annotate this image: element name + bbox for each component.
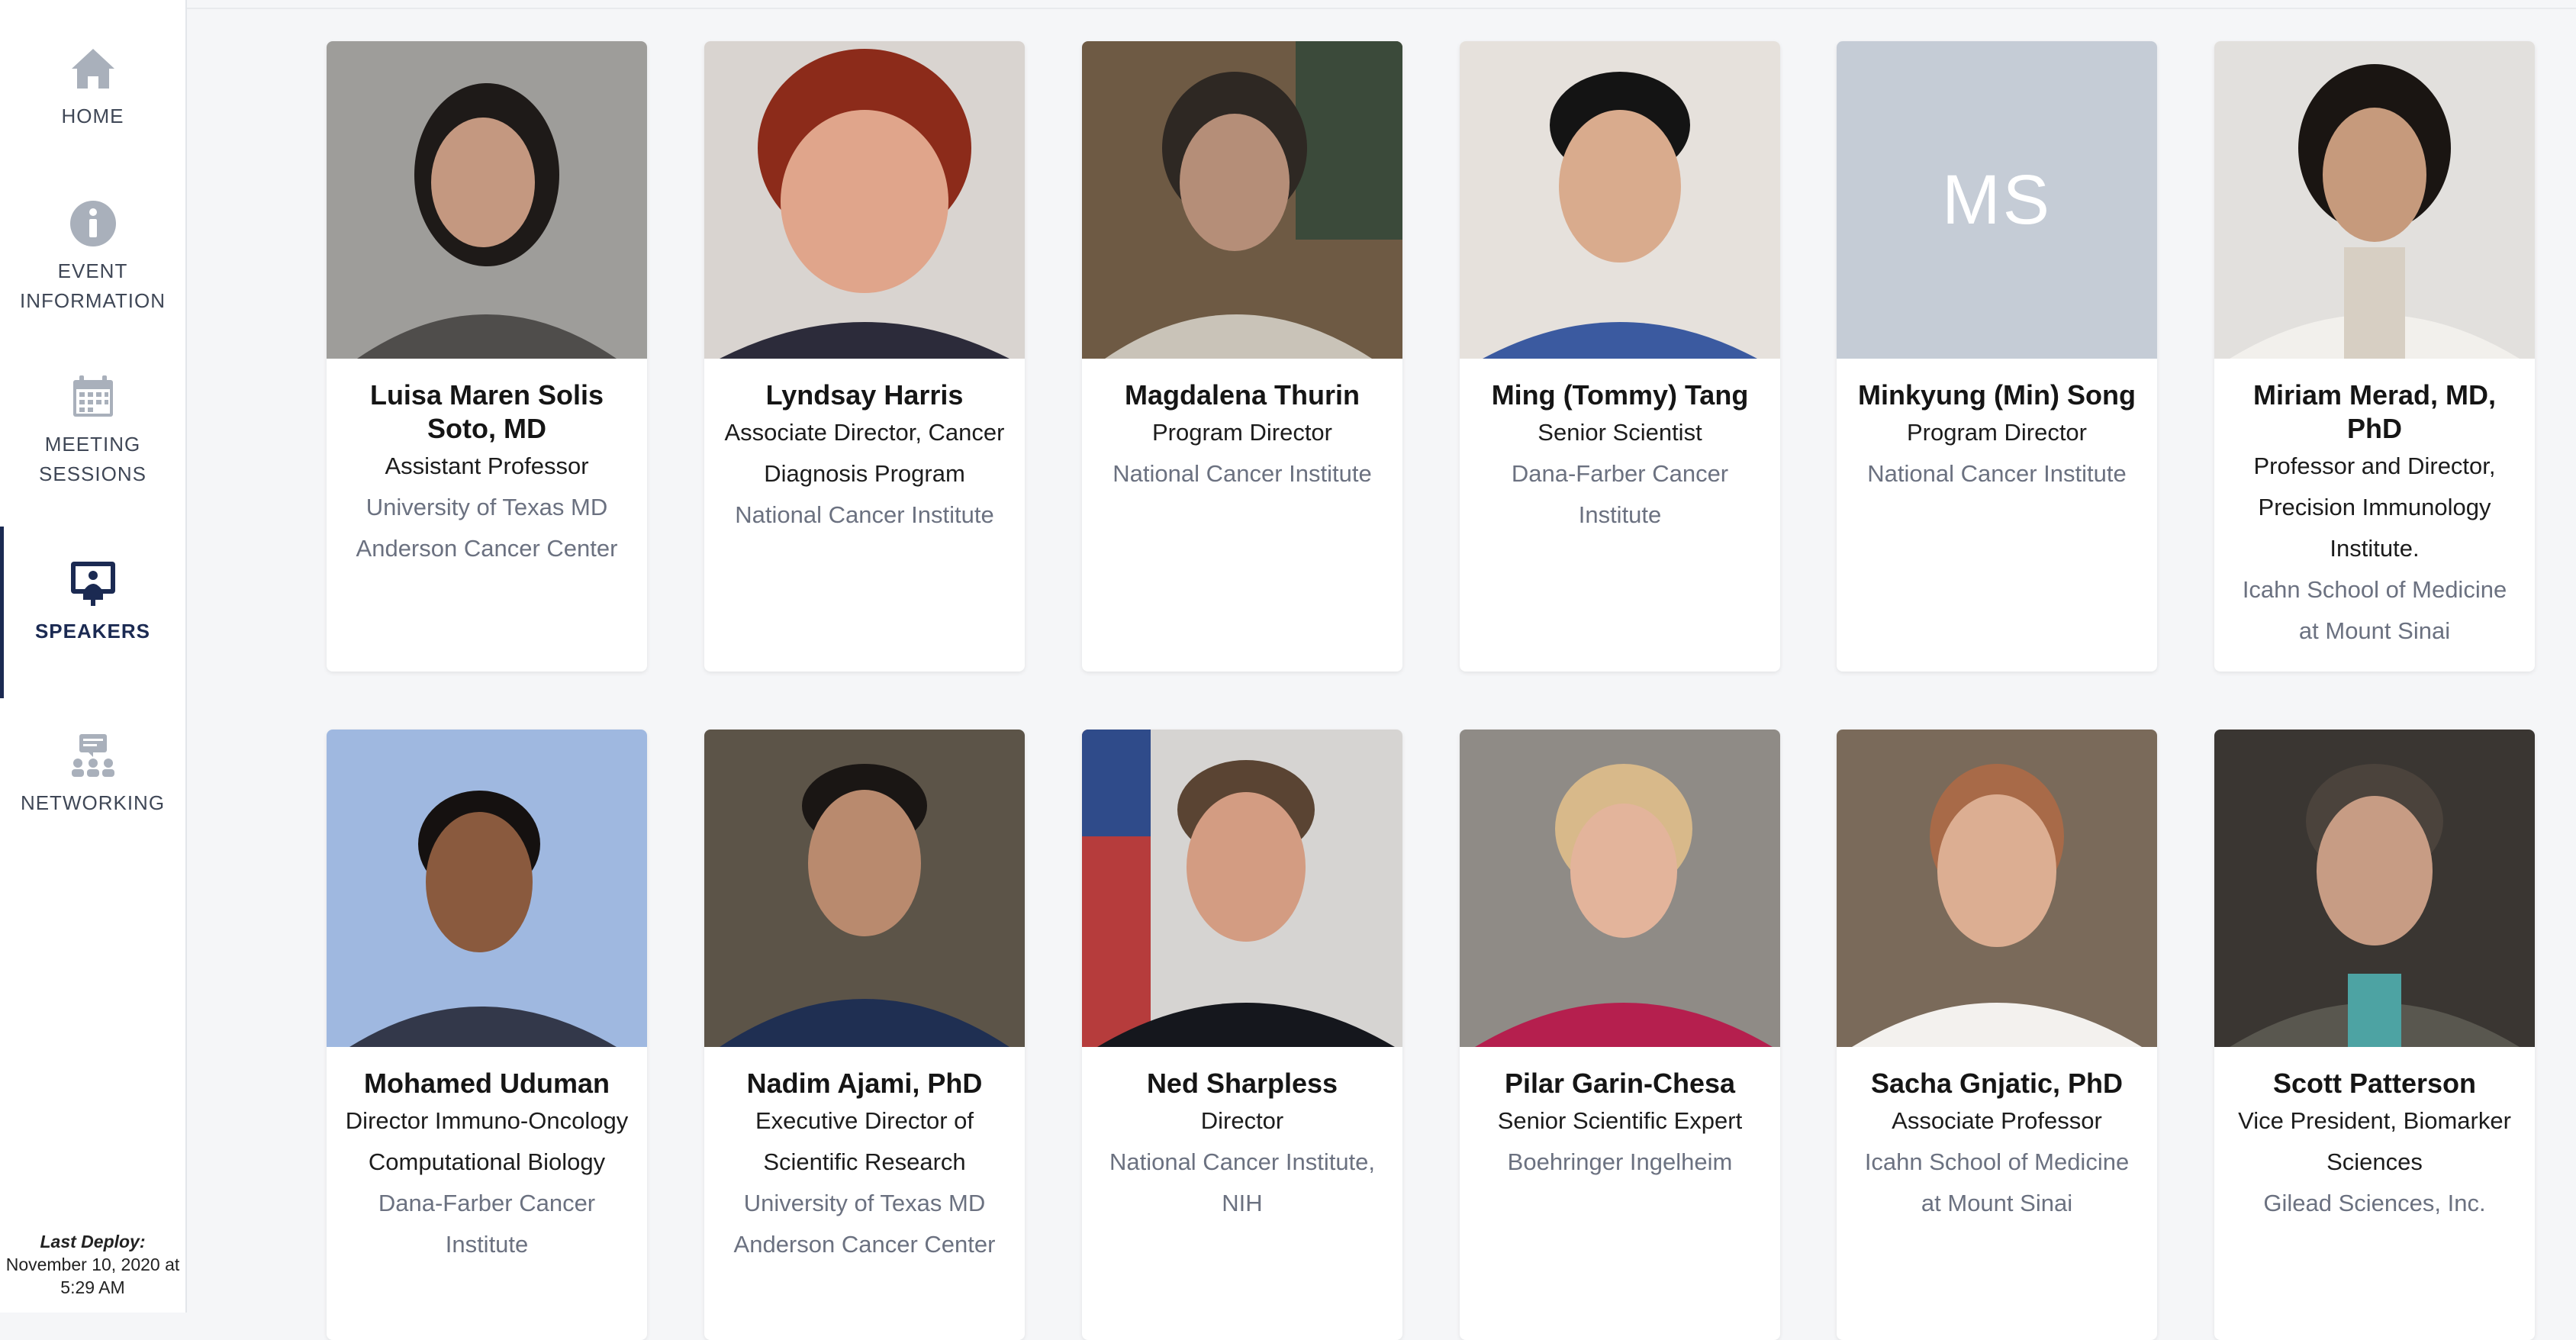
speaker-card[interactable]: Scott Patterson Vice President, Biomarke… [2214, 730, 2535, 1340]
speaker-organization: Dana-Farber Cancer Institute [1511, 460, 1729, 528]
speaker-organization: National Cancer Institute [735, 501, 994, 528]
speaker-title: Professor and Director, Precision Immuno… [2253, 453, 2496, 562]
speaker-organization: Icahn School of Medicine at Mount Sinai [1864, 1148, 2130, 1216]
calendar-icon [66, 370, 120, 424]
nav-home-label: HOME [61, 105, 124, 127]
speaker-photo [327, 730, 647, 1047]
speaker-photo [327, 41, 647, 359]
speaker-organization: National Cancer Institute, NIH [1109, 1148, 1376, 1216]
nav-home[interactable]: HOME [0, 42, 185, 133]
top-divider [187, 8, 2576, 9]
presenter-icon [66, 557, 120, 610]
speaker-organization: Gilead Sciences, Inc. [2263, 1190, 2486, 1216]
speaker-photo [704, 41, 1025, 359]
speaker-name: Mohamed Uduman [363, 1068, 610, 1099]
speaker-name: Lyndsay Harris [765, 379, 964, 411]
speaker-title: Program Director [1907, 419, 2087, 446]
networking-icon [66, 729, 120, 782]
last-deploy-date: November 10, 2020 at [5, 1255, 180, 1274]
speaker-photo [2214, 730, 2535, 1047]
speaker-name: Luisa Maren Solis Soto, MD [369, 379, 604, 444]
nav-event-information[interactable]: EVENT INFORMATION [0, 197, 185, 317]
nav-meeting-sessions[interactable]: MEETING SESSIONS [0, 370, 185, 491]
speaker-organization: National Cancer Institute [1867, 460, 2127, 487]
speaker-card[interactable]: Ming (Tommy) Tang Senior Scientist Dana-… [1460, 41, 1780, 672]
nav-meeting-sessions-label: MEETING SESSIONS [39, 433, 147, 485]
speaker-title: Associate Director, Cancer Diagnosis Pro… [724, 419, 1005, 487]
speaker-title: Senior Scientist [1538, 419, 1702, 446]
speaker-card[interactable]: Pilar Garin-Chesa Senior Scientific Expe… [1460, 730, 1780, 1340]
speaker-name: Scott Patterson [2272, 1068, 2477, 1099]
last-deploy-title: Last Deploy: [40, 1232, 146, 1251]
home-icon [66, 42, 120, 95]
speaker-card[interactable]: Nadim Ajami, PhD Executive Director of S… [704, 730, 1025, 1340]
speaker-name: Sacha Gnjatic, PhD [1870, 1068, 2124, 1099]
sidebar: HOME EVENT INFORMATION MEETING SESSIONS … [0, 0, 187, 1313]
speaker-organization: University of Texas MD Anderson Cancer C… [733, 1190, 996, 1258]
speaker-card[interactable]: Luisa Maren Solis Soto, MD Assistant Pro… [327, 41, 647, 672]
speaker-photo-placeholder: MS [1837, 41, 2157, 359]
speaker-photo [1837, 730, 2157, 1047]
info-icon [66, 197, 120, 250]
speaker-name: Ming (Tommy) Tang [1491, 379, 1749, 411]
speaker-name: Miriam Merad, MD, PhD [2252, 379, 2497, 444]
nav-networking-label: NETWORKING [20, 791, 166, 814]
speaker-organization: Dana-Farber Cancer Institute [378, 1190, 596, 1258]
speaker-photo [2214, 41, 2535, 359]
speaker-organization: University of Texas MD Anderson Cancer C… [356, 494, 618, 562]
speaker-card[interactable]: Lyndsay Harris Associate Director, Cance… [704, 41, 1025, 672]
nav-speakers[interactable]: SPEAKERS [0, 557, 185, 648]
speaker-name: Ned Sharpless [1146, 1068, 1338, 1099]
speaker-card[interactable]: Sacha Gnjatic, PhD Associate Professor I… [1837, 730, 2157, 1340]
last-deploy-time: 5:29 AM [60, 1277, 125, 1297]
speaker-title: Vice President, Biomarker Sciences [2238, 1107, 2511, 1175]
speaker-organization: Boehringer Ingelheim [1507, 1148, 1733, 1175]
speaker-photo [1082, 730, 1402, 1047]
speaker-name: Minkyung (Min) Song [1858, 379, 2136, 411]
speaker-name: Nadim Ajami, PhD [746, 1068, 983, 1099]
speaker-title: Director Immuno-Oncology Computational B… [345, 1107, 629, 1175]
speaker-photo [1460, 730, 1780, 1047]
speaker-title: Assistant Professor [385, 453, 589, 479]
nav-networking[interactable]: NETWORKING [0, 729, 185, 820]
speaker-card[interactable]: Magdalena Thurin Program Director Nation… [1082, 41, 1402, 672]
speaker-card[interactable]: MS Minkyung (Min) Song Program Director … [1837, 41, 2157, 672]
speaker-title: Senior Scientific Expert [1497, 1107, 1743, 1134]
speaker-name: Magdalena Thurin [1124, 379, 1360, 411]
speaker-card[interactable]: Ned Sharpless Director National Cancer I… [1082, 730, 1402, 1340]
speaker-initials: MS [1837, 41, 2157, 359]
speaker-card[interactable]: Mohamed Uduman Director Immuno-Oncology … [327, 730, 647, 1340]
speaker-title: Program Director [1152, 419, 1332, 446]
speaker-photo [1460, 41, 1780, 359]
last-deploy-info: Last Deploy: November 10, 2020 at 5:29 A… [0, 1230, 185, 1299]
nav-event-information-label: EVENT INFORMATION [19, 259, 166, 312]
speaker-card[interactable]: Miriam Merad, MD, PhD Professor and Dire… [2214, 41, 2535, 672]
speaker-photo [704, 730, 1025, 1047]
speaker-title: Executive Director of Scientific Researc… [755, 1107, 974, 1175]
nav-speakers-label: SPEAKERS [34, 620, 151, 643]
speaker-organization: Icahn School of Medicine at Mount Sinai [2242, 576, 2507, 644]
speaker-title: Director [1200, 1107, 1284, 1134]
speaker-organization: National Cancer Institute [1113, 460, 1372, 487]
speaker-photo [1082, 41, 1402, 359]
speaker-title: Associate Professor [1892, 1107, 2102, 1134]
speaker-name: Pilar Garin-Chesa [1504, 1068, 1736, 1099]
